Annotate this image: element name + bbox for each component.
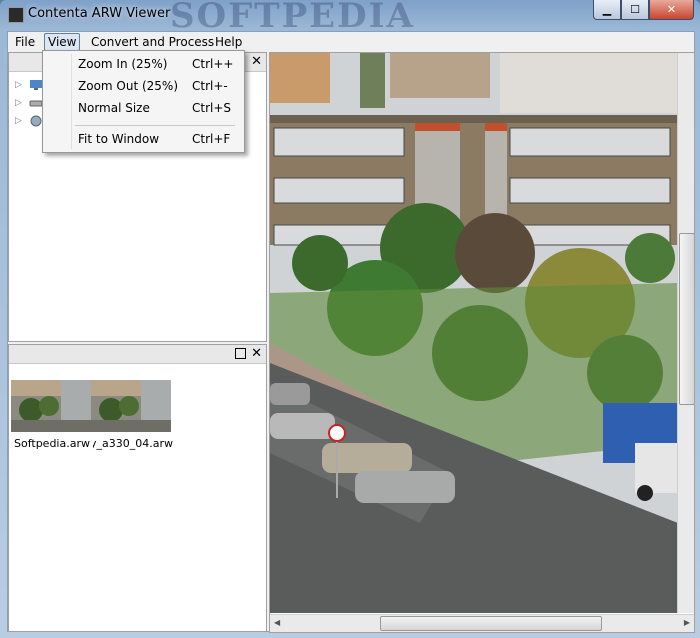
menu-item-label: Fit to Window bbox=[78, 132, 160, 146]
menu-item-shortcut: Ctrl+F bbox=[192, 132, 231, 146]
close-pane-icon[interactable]: ✕ bbox=[251, 346, 262, 361]
tree-item-drive[interactable]: ▷ bbox=[15, 95, 43, 111]
restore-pane-icon[interactable] bbox=[235, 348, 246, 359]
scroll-right-icon[interactable]: ▶ bbox=[684, 618, 690, 627]
menu-item-label: Normal Size bbox=[78, 101, 150, 115]
thumbnail-image[interactable] bbox=[91, 380, 171, 432]
tree-item-network[interactable]: ▷ bbox=[15, 113, 43, 129]
expand-arrow-icon[interactable]: ▷ bbox=[15, 80, 27, 90]
close-pane-icon[interactable]: ✕ bbox=[251, 54, 262, 69]
maximize-icon: ☐ bbox=[630, 3, 640, 16]
menu-item-shortcut: Ctrl++ bbox=[192, 57, 234, 71]
close-button[interactable]: ✕ bbox=[649, 0, 694, 20]
menu-file[interactable]: File bbox=[12, 34, 38, 50]
view-menu-dropdown: Zoom In (25%) Ctrl++ Zoom Out (25%) Ctrl… bbox=[42, 50, 245, 153]
application-window: SOFTPEDIA Contenta ARW Viewer ▁ ☐ ✕ File… bbox=[0, 0, 700, 638]
horizontal-scroll-thumb[interactable] bbox=[380, 616, 602, 631]
thumbnail-photo bbox=[11, 380, 91, 432]
menu-item-normal-size[interactable]: Normal Size Ctrl+S bbox=[46, 98, 240, 118]
menu-item-shortcut: Ctrl+S bbox=[192, 101, 232, 115]
image-viewer[interactable]: ◀ ▶ bbox=[269, 52, 695, 633]
thumbnail-pane: ✕ Softpedia.arw ony_a330_04.arw bbox=[8, 344, 267, 632]
thumbnail-image[interactable] bbox=[11, 380, 91, 432]
expand-arrow-icon[interactable]: ▷ bbox=[15, 116, 27, 126]
menu-separator bbox=[75, 125, 235, 126]
drive-icon bbox=[29, 100, 43, 107]
thumbnail-photo bbox=[91, 380, 171, 432]
maximize-button[interactable]: ☐ bbox=[621, 0, 649, 20]
menu-convert-and-process[interactable]: Convert and Process bbox=[88, 34, 217, 50]
window-title: Contenta ARW Viewer bbox=[28, 6, 171, 21]
menu-bar: File View Convert and Process Help bbox=[8, 32, 694, 52]
minimize-icon: ▁ bbox=[602, 3, 612, 16]
app-icon bbox=[8, 7, 24, 23]
menu-view[interactable]: View bbox=[44, 33, 81, 51]
thumbnail-pane-header: ✕ bbox=[9, 345, 266, 364]
thumbnail-filename: Softpedia.arw bbox=[14, 437, 90, 450]
caption-buttons: ▁ ☐ ✕ bbox=[593, 0, 694, 20]
title-bar[interactable]: SOFTPEDIA Contenta ARW Viewer ▁ ☐ ✕ bbox=[0, 0, 700, 36]
horizontal-scrollbar[interactable]: ◀ ▶ bbox=[270, 614, 694, 632]
thumbnail-filename: ony_a330_04.arw bbox=[93, 437, 173, 450]
vertical-scrollbar[interactable] bbox=[677, 53, 694, 613]
desktop-icon bbox=[30, 80, 42, 90]
vertical-scroll-thumb[interactable] bbox=[679, 233, 694, 405]
menu-help[interactable]: Help bbox=[212, 34, 245, 50]
network-icon bbox=[30, 115, 42, 127]
close-icon: ✕ bbox=[666, 3, 677, 16]
minimize-button[interactable]: ▁ bbox=[593, 0, 621, 20]
menu-item-fit-to-window[interactable]: Fit to Window Ctrl+F bbox=[46, 129, 240, 149]
menu-item-label: Zoom Out (25%) bbox=[78, 79, 179, 93]
menu-item-zoom-out[interactable]: Zoom Out (25%) Ctrl+- bbox=[46, 76, 240, 96]
menu-item-shortcut: Ctrl+- bbox=[192, 79, 228, 93]
expand-arrow-icon[interactable]: ▷ bbox=[15, 98, 27, 108]
tree-item-desktop[interactable]: ▷ bbox=[15, 77, 43, 93]
scroll-left-icon[interactable]: ◀ bbox=[274, 618, 280, 627]
menu-item-zoom-in[interactable]: Zoom In (25%) Ctrl++ bbox=[46, 54, 240, 74]
menu-item-label: Zoom In (25%) bbox=[78, 57, 168, 71]
photo-canvas bbox=[270, 53, 678, 613]
